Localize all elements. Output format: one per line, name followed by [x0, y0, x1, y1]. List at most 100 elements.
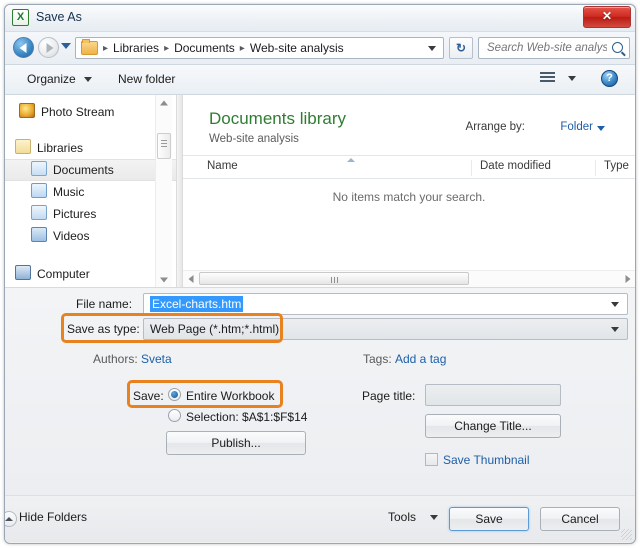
hide-folders-button[interactable]: Hide Folders	[19, 510, 87, 524]
organize-menu[interactable]: Organize	[27, 72, 92, 86]
back-arrow-icon[interactable]	[13, 37, 34, 58]
address-bar[interactable]: ▸ Libraries ▸ Documents ▸ Web-site analy…	[75, 37, 444, 59]
search-input[interactable]	[485, 41, 609, 55]
folder-icon	[81, 41, 98, 55]
forward-arrow-icon[interactable]	[38, 37, 59, 58]
sidebar-item-label: Music	[53, 185, 84, 199]
radio-entire-workbook[interactable]	[168, 388, 181, 401]
scrollbar-thumb[interactable]	[199, 272, 469, 285]
sidebar-item-music[interactable]: Music	[5, 181, 177, 203]
navigation-sidebar: Photo Stream Libraries Documents Music P…	[5, 95, 177, 287]
chevron-up-icon	[4, 511, 17, 527]
pictures-icon	[31, 205, 47, 220]
refresh-icon[interactable]: ↻	[449, 37, 473, 59]
sidebar-item-label: Pictures	[53, 207, 96, 221]
dialog-footer: Hide Folders Tools Save Cancel	[5, 495, 635, 542]
help-icon[interactable]	[601, 70, 618, 87]
page-title-label: Page title:	[362, 389, 415, 403]
sidebar-item-label: Computer	[37, 267, 90, 281]
breadcrumb-separator: ▸	[237, 43, 248, 54]
save-as-type-field[interactable]: Web Page (*.htm;*.html)	[143, 318, 628, 340]
music-icon	[31, 183, 47, 198]
cancel-button[interactable]: Cancel	[540, 507, 620, 531]
chevron-down-icon[interactable]	[611, 327, 619, 332]
list-view-icon[interactable]	[540, 72, 555, 86]
scroll-up-icon[interactable]	[156, 95, 172, 110]
breadcrumb-item-libraries[interactable]: Libraries	[111, 41, 161, 55]
scroll-down-icon[interactable]	[156, 272, 172, 287]
sidebar-item-pictures[interactable]: Pictures	[5, 203, 177, 225]
radio-entire-workbook-label[interactable]: Entire Workbook	[186, 389, 274, 403]
save-as-dialog: X Save As ▸ Libraries ▸ Documents ▸ Web-…	[4, 4, 636, 544]
radio-selection-label[interactable]: Selection: $A$1:$F$14	[186, 410, 307, 424]
title-bar: X Save As	[5, 5, 635, 32]
breadcrumb-separator: ▸	[161, 43, 172, 54]
pane-splitter[interactable]	[176, 95, 183, 287]
authors-value[interactable]: Sveta	[141, 352, 172, 366]
search-icon[interactable]	[612, 42, 623, 53]
radio-selection[interactable]	[168, 409, 181, 422]
new-folder-button[interactable]: New folder	[118, 72, 175, 86]
file-name-label: File name:	[76, 297, 132, 311]
resize-grip[interactable]	[621, 529, 632, 540]
history-dropdown-icon[interactable]	[61, 43, 71, 49]
breadcrumb-item-documents[interactable]: Documents	[172, 41, 237, 55]
hide-folders-label: Hide Folders	[19, 510, 87, 524]
libraries-icon	[15, 139, 31, 154]
page-title-field	[425, 384, 561, 406]
computer-icon	[15, 265, 31, 280]
save-as-type-label: Save as type:	[67, 322, 140, 336]
sidebar-item-videos[interactable]: Videos	[5, 225, 177, 247]
save-thumbnail-checkbox[interactable]	[425, 453, 438, 466]
publish-button[interactable]: Publish...	[166, 431, 306, 455]
sort-ascending-icon	[347, 158, 355, 162]
sidebar-item-label: Libraries	[37, 141, 83, 155]
search-box[interactable]	[478, 37, 630, 59]
photo-stream-icon	[19, 103, 35, 118]
sidebar-item-label: Documents	[53, 163, 114, 177]
save-options-panel: File name: Excel-charts.htm Save as type…	[5, 288, 635, 495]
column-header-type[interactable]: Type	[595, 160, 629, 176]
column-header-row: Name Date modified Type	[183, 155, 635, 179]
save-radio-group-label: Save:	[133, 389, 164, 403]
scrollbar-thumb[interactable]	[157, 133, 171, 159]
chevron-down-icon[interactable]	[430, 515, 438, 520]
empty-state-message: No items match your search.	[183, 190, 635, 204]
library-title: Documents library	[209, 109, 346, 129]
column-header-label: Name	[207, 160, 238, 172]
column-header-date-modified[interactable]: Date modified	[471, 160, 551, 176]
chevron-down-icon	[84, 77, 92, 82]
close-icon[interactable]	[583, 6, 631, 28]
file-name-value: Excel-charts.htm	[150, 296, 243, 312]
save-as-type-value: Web Page (*.htm;*.html)	[150, 322, 279, 336]
navigation-bar: ▸ Libraries ▸ Documents ▸ Web-site analy…	[5, 32, 635, 65]
tags-value[interactable]: Add a tag	[395, 352, 446, 366]
sidebar-item-documents[interactable]: Documents	[5, 159, 177, 181]
library-subtitle: Web-site analysis	[209, 133, 299, 145]
breadcrumb-item-web-site-analysis[interactable]: Web-site analysis	[248, 41, 346, 55]
sidebar-scrollbar[interactable]	[155, 95, 172, 287]
save-button[interactable]: Save	[449, 507, 529, 531]
scroll-right-icon[interactable]	[620, 271, 635, 286]
arrange-by-value[interactable]: Folder	[560, 121, 593, 133]
sidebar-item-computer[interactable]: Computer	[5, 263, 177, 285]
excel-icon-glyph: X	[13, 10, 28, 25]
file-list-horizontal-scrollbar[interactable]	[183, 270, 635, 287]
command-toolbar: Organize New folder	[5, 65, 635, 95]
scroll-left-icon[interactable]	[183, 271, 198, 286]
chevron-down-icon[interactable]	[597, 126, 605, 131]
sidebar-item-label: Photo Stream	[41, 105, 114, 119]
change-title-button[interactable]: Change Title...	[425, 414, 561, 438]
excel-icon: X	[12, 9, 29, 26]
chevron-down-icon[interactable]	[611, 302, 619, 307]
tags-label: Tags:	[363, 352, 392, 366]
column-header-name[interactable]: Name	[207, 160, 238, 172]
chevron-down-icon[interactable]	[428, 46, 436, 51]
tools-menu[interactable]: Tools	[388, 510, 416, 524]
sidebar-item-photo-stream[interactable]: Photo Stream	[5, 101, 177, 123]
save-thumbnail-label[interactable]: Save Thumbnail	[443, 453, 530, 467]
sidebar-item-libraries[interactable]: Libraries	[5, 137, 177, 159]
file-name-field[interactable]: Excel-charts.htm	[143, 293, 628, 315]
chevron-down-icon[interactable]	[568, 76, 576, 81]
breadcrumb-separator: ▸	[100, 43, 111, 54]
